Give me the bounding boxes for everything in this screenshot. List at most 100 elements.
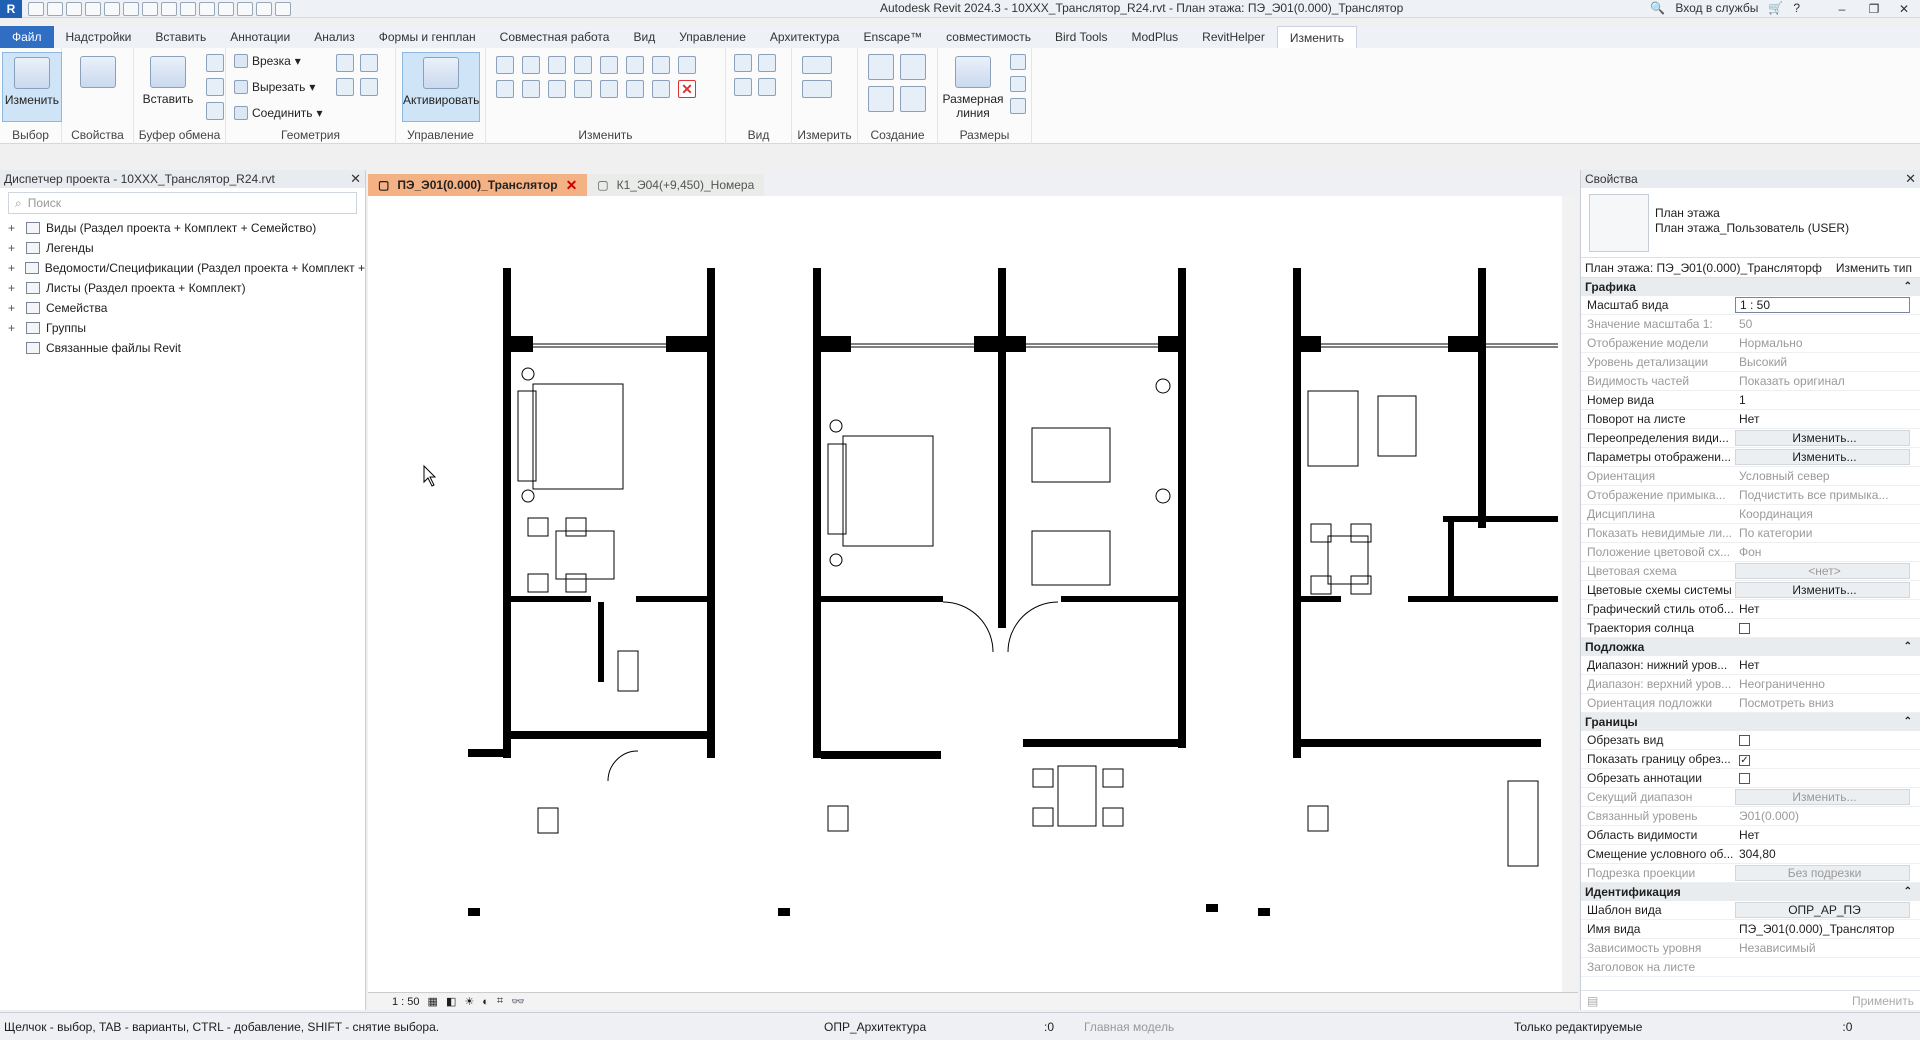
ribbon-tab[interactable]: Bird Tools (1043, 26, 1119, 48)
measure-along-icon[interactable] (802, 80, 832, 98)
edit-type-button[interactable]: Изменить тип (1836, 258, 1912, 277)
redo-icon[interactable] (104, 1, 120, 16)
demolish-icon[interactable] (360, 78, 378, 96)
design-option-selector[interactable]: Главная модель (1084, 1020, 1324, 1034)
offset-icon[interactable] (522, 56, 540, 74)
ribbon-tab[interactable]: Архитектура (758, 26, 852, 48)
move-icon[interactable] (496, 80, 514, 98)
ribbon-tab[interactable]: Управление (667, 26, 758, 48)
save-icon[interactable] (47, 1, 63, 16)
close-icon[interactable]: ✕ (1905, 170, 1916, 188)
expand-icon[interactable]: + (8, 218, 18, 238)
property-value[interactable] (1735, 769, 1920, 787)
property-value[interactable]: Нет (1735, 410, 1920, 428)
browser-tree-item[interactable]: + Легенды (0, 238, 365, 258)
trim-icon[interactable] (678, 56, 696, 74)
properties-help-icon[interactable]: ▤ (1587, 994, 1598, 1008)
expand-icon[interactable]: + (8, 258, 17, 278)
linework-icon[interactable] (734, 78, 752, 96)
align-icon[interactable] (496, 56, 514, 74)
activate-button[interactable]: Активировать (402, 52, 480, 122)
type-selector[interactable]: План этажа План этажа_Пользователь (USER) (1581, 188, 1920, 258)
property-value[interactable]: Нет (1735, 600, 1920, 618)
ribbon-tab[interactable]: Аннотации (218, 26, 302, 48)
copy-icon[interactable] (206, 78, 224, 96)
split-gap-icon[interactable] (626, 56, 644, 74)
measure-between-icon[interactable] (802, 56, 832, 74)
paste-button[interactable]: Вставить (138, 52, 198, 122)
visual-style-icon[interactable]: ◧ (446, 995, 456, 1008)
property-value[interactable]: Изменить... (1735, 430, 1910, 446)
editable-only-checkbox[interactable]: Только редактируемые (1514, 1020, 1642, 1034)
cart-icon[interactable]: 🛒 (1768, 1, 1783, 15)
property-value[interactable]: 1 : 50 (1735, 297, 1910, 313)
property-group-header[interactable]: Идентификация ⌃ (1581, 883, 1920, 901)
default-3d-icon[interactable] (199, 1, 215, 16)
ribbon-tab[interactable]: Совместная работа (488, 26, 622, 48)
text-icon[interactable] (180, 1, 196, 16)
expand-icon[interactable]: + (8, 278, 18, 298)
trim-extend-icon[interactable] (574, 80, 592, 98)
view-tab-active[interactable]: ▢ ПЭ_Э01(0.000)_Транслятор ✕ (368, 174, 588, 196)
binoculars-icon[interactable]: 🔍 (1650, 1, 1665, 15)
property-value[interactable]: ОПР_АР_ПЭ (1735, 902, 1910, 918)
close-hidden-icon[interactable] (256, 1, 272, 16)
browser-search-input[interactable]: ⌕ Поиск (8, 192, 357, 214)
print-icon[interactable] (123, 1, 139, 16)
property-value[interactable]: <нет> (1735, 563, 1910, 579)
temporary-hide-icon[interactable]: 👓 (511, 995, 525, 1008)
property-value[interactable]: 304,80 (1735, 845, 1920, 863)
ribbon-tab[interactable]: Вставить (143, 26, 218, 48)
instance-filter[interactable]: План этажа: ПЭ_Э01(0.000)_Трансляторф Изм… (1581, 258, 1920, 278)
selection-box-icon[interactable] (758, 78, 776, 96)
array-icon[interactable] (600, 80, 618, 98)
property-value[interactable]: Изменить... (1735, 582, 1910, 598)
mirror-draw-icon[interactable] (574, 56, 592, 74)
paint-icon[interactable] (336, 78, 354, 96)
property-group-header[interactable]: Подложка ⌃ (1581, 638, 1920, 656)
ribbon-tab[interactable]: Файл (0, 26, 54, 48)
minimize-button[interactable]: – (1828, 0, 1856, 18)
dim-settings-icon[interactable] (1010, 98, 1026, 114)
property-value[interactable]: Изменить... (1735, 789, 1910, 805)
cope-button[interactable]: Врезка ▾ (234, 54, 301, 68)
rotate-icon[interactable] (548, 80, 566, 98)
aligned-dimension-button[interactable]: Размерная линия (938, 52, 1008, 122)
switch-windows-icon[interactable] (275, 1, 291, 16)
signin-button[interactable]: Вход в службы (1675, 1, 1758, 15)
hide-icon[interactable] (734, 54, 752, 72)
section-icon[interactable] (218, 1, 234, 16)
browser-tree-item[interactable]: + Листы (Раздел проекта + Комплект) (0, 278, 365, 298)
ribbon-tab[interactable]: Надстройки (54, 26, 144, 48)
panel-label-select[interactable]: Выбор (0, 128, 61, 142)
view-tab-inactive[interactable]: ▢ К1_Э04(+9,450)_Номера (587, 174, 765, 196)
browser-tree-item[interactable]: + Ведомости/Спецификации (Раздел проекта … (0, 258, 365, 278)
ribbon-tab[interactable]: Анализ (302, 26, 367, 48)
copy-element-icon[interactable] (522, 80, 540, 98)
cut-geometry-button[interactable]: Вырезать ▾ (234, 80, 315, 94)
split-face-icon[interactable] (360, 54, 378, 72)
ribbon-tab[interactable]: ModPlus (1119, 26, 1190, 48)
properties-button[interactable] (68, 52, 128, 122)
scale-icon[interactable] (626, 80, 644, 98)
split-icon[interactable] (600, 56, 618, 74)
help-icon[interactable]: ? (1793, 1, 1800, 15)
cut-icon[interactable] (206, 54, 224, 72)
crop-view-icon[interactable]: ⌗ (497, 995, 503, 1008)
override-icon[interactable] (758, 54, 776, 72)
linear-dim-icon[interactable] (1010, 54, 1026, 70)
drawing-canvas[interactable] (368, 196, 1578, 992)
measure-icon[interactable] (142, 1, 158, 16)
thin-lines-icon[interactable] (237, 1, 253, 16)
unpin-icon[interactable] (652, 80, 670, 98)
property-value[interactable] (1735, 731, 1920, 749)
ribbon-tab[interactable]: Enscape™ (851, 26, 934, 48)
detail-level-icon[interactable]: ▦ (428, 995, 438, 1008)
canvas-vertical-scrollbar[interactable] (1562, 196, 1578, 992)
property-value[interactable]: ПЭ_Э01(0.000)_Транслятор (1735, 920, 1920, 938)
browser-tree-item[interactable]: + Семейства (0, 298, 365, 318)
property-checkbox[interactable] (1739, 773, 1750, 784)
open-icon[interactable] (28, 1, 44, 16)
close-icon[interactable]: ✕ (350, 170, 361, 188)
ribbon-tab[interactable]: Вид (621, 26, 667, 48)
